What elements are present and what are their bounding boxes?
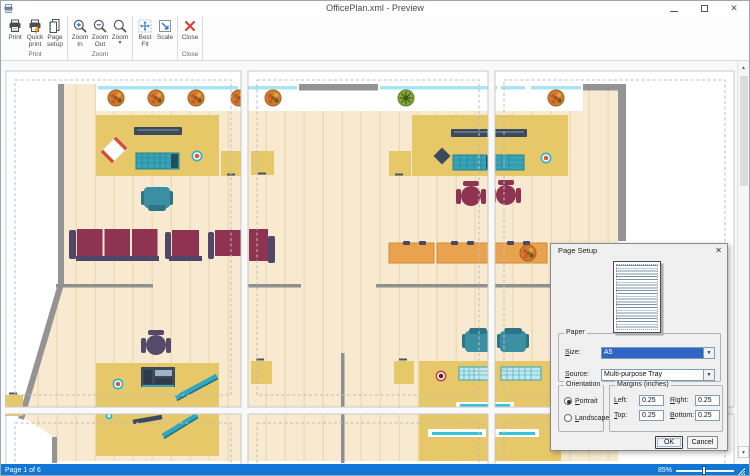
zoom-out-icon	[93, 19, 107, 33]
margin-bottom-label: Bottom:	[670, 412, 695, 419]
best-fit-icon	[138, 19, 152, 33]
margins-legend: Margins (inches)	[615, 381, 671, 389]
print-button[interactable]: Print	[5, 16, 25, 50]
zoom-dropdown-caret: ▼	[117, 40, 123, 46]
scroll-up-icon[interactable]: ▲	[738, 62, 749, 74]
orientation-groupbox: Orientation Portrait Landscape	[558, 381, 609, 432]
zoom-in-icon	[73, 19, 87, 33]
portrait-radio[interactable]: Portrait	[564, 397, 598, 405]
app-icon	[4, 4, 13, 13]
group-caption-close: Close	[181, 51, 199, 58]
statusbar: Page 1 of 6 85%	[1, 464, 749, 475]
window-title: OfficePlan.xml - Preview	[326, 3, 424, 13]
page-setup-dialog: Page Setup ✕ Paper Size: A5 ▼ Source: Mu…	[550, 243, 728, 451]
paper-size-value: A5	[602, 348, 703, 358]
toolbar: Print Quick print Page setup Print Zoom …	[1, 16, 749, 61]
zoom-slider[interactable]	[676, 466, 734, 475]
portrait-radio-icon	[564, 397, 572, 405]
best-fit-button[interactable]: Best Fit	[135, 16, 155, 50]
margin-left-input[interactable]	[639, 395, 664, 406]
zoom-slider-thumb[interactable]	[702, 466, 706, 475]
page-setup-button[interactable]: Page setup	[45, 16, 65, 50]
zoom-dropdown-button[interactable]: Zoom ▼	[110, 16, 130, 50]
toolbar-group-close: Close Close	[178, 16, 203, 60]
group-caption-print: Print	[28, 51, 42, 58]
resize-grip[interactable]	[738, 466, 745, 475]
landscape-radio[interactable]: Landscape	[564, 414, 609, 422]
close-preview-button[interactable]: Close	[180, 16, 200, 50]
group-caption-fit	[135, 50, 175, 60]
close-window-button[interactable]: ✕	[719, 1, 749, 16]
ok-button[interactable]: OK	[655, 436, 683, 449]
size-label: Size:	[565, 349, 581, 356]
scale-button[interactable]: Scale	[155, 16, 175, 50]
zoom-icon	[113, 19, 127, 33]
landscape-label: Landscape	[575, 414, 610, 422]
zoom-percent: 85%	[657, 467, 672, 474]
margin-top-label: Top:	[614, 412, 628, 419]
paper-source-value: Multi-purpose Tray	[604, 371, 662, 378]
cancel-button[interactable]: Cancel	[687, 436, 718, 449]
margin-bottom-input[interactable]	[695, 410, 720, 421]
titlebar: OfficePlan.xml - Preview ✕	[1, 1, 749, 16]
paper-source-combo[interactable]: Multi-purpose Tray ▼	[601, 369, 715, 381]
maximize-button[interactable]	[689, 1, 719, 16]
group-caption-zoom: Zoom	[91, 51, 109, 58]
portrait-label: Portrait	[575, 397, 598, 405]
close-icon: ✕	[730, 3, 738, 13]
scrollbar-thumb[interactable]	[739, 76, 748, 186]
preview-area: ▲ ▼ Page Setup ✕ Paper Size: A5 ▼ Source…	[1, 61, 749, 464]
quick-print-icon	[29, 19, 41, 34]
zoom-in-button[interactable]: Zoom In	[70, 16, 90, 50]
margin-top-input[interactable]	[639, 410, 664, 421]
dialog-close-button[interactable]: ✕	[715, 246, 722, 256]
margins-groupbox: Margins (inches) Left: Right: Top: Botto…	[609, 381, 723, 432]
thumbnail-text-lines	[616, 265, 657, 329]
maximize-icon	[700, 5, 708, 12]
paper-legend: Paper	[564, 329, 587, 337]
scroll-down-icon[interactable]: ▼	[738, 446, 749, 458]
printer-icon	[9, 19, 21, 32]
minimize-button[interactable]	[659, 1, 689, 16]
toolbar-group-fit: Best Fit Scale	[133, 16, 178, 60]
vertical-scrollbar[interactable]: ▲ ▼	[737, 61, 749, 459]
page-indicator: Page 1 of 6	[5, 467, 41, 474]
margin-right-label: Right:	[670, 397, 689, 404]
minimize-icon	[670, 10, 678, 12]
page-preview-thumbnail	[613, 261, 661, 333]
orientation-legend: Orientation	[564, 381, 603, 389]
preview-window: OfficePlan.xml - Preview ✕ Print Quick p…	[0, 0, 750, 476]
toolbar-group-zoom: Zoom In Zoom Out Zoom ▼ Zoom	[68, 16, 133, 60]
toolbar-group-print: Print Quick print Page setup Print	[3, 16, 68, 60]
landscape-radio-icon	[564, 414, 572, 422]
close-red-icon	[184, 20, 196, 32]
margin-right-input[interactable]	[695, 395, 720, 406]
source-label: Source:	[565, 371, 590, 378]
paper-size-combo[interactable]: A5 ▼	[601, 347, 715, 359]
quick-print-button[interactable]: Quick print	[25, 16, 45, 50]
source-combo-arrow-icon[interactable]: ▼	[703, 370, 714, 380]
dialog-title: Page Setup	[558, 246, 598, 255]
zoom-out-button[interactable]: Zoom Out	[90, 16, 110, 50]
scale-icon	[159, 20, 171, 32]
margin-left-label: Left:	[614, 397, 628, 404]
paper-groupbox: Paper Size: A5 ▼ Source: Multi-purpose T…	[558, 329, 721, 382]
page-setup-icon	[49, 19, 60, 33]
size-combo-arrow-icon[interactable]: ▼	[703, 348, 714, 358]
